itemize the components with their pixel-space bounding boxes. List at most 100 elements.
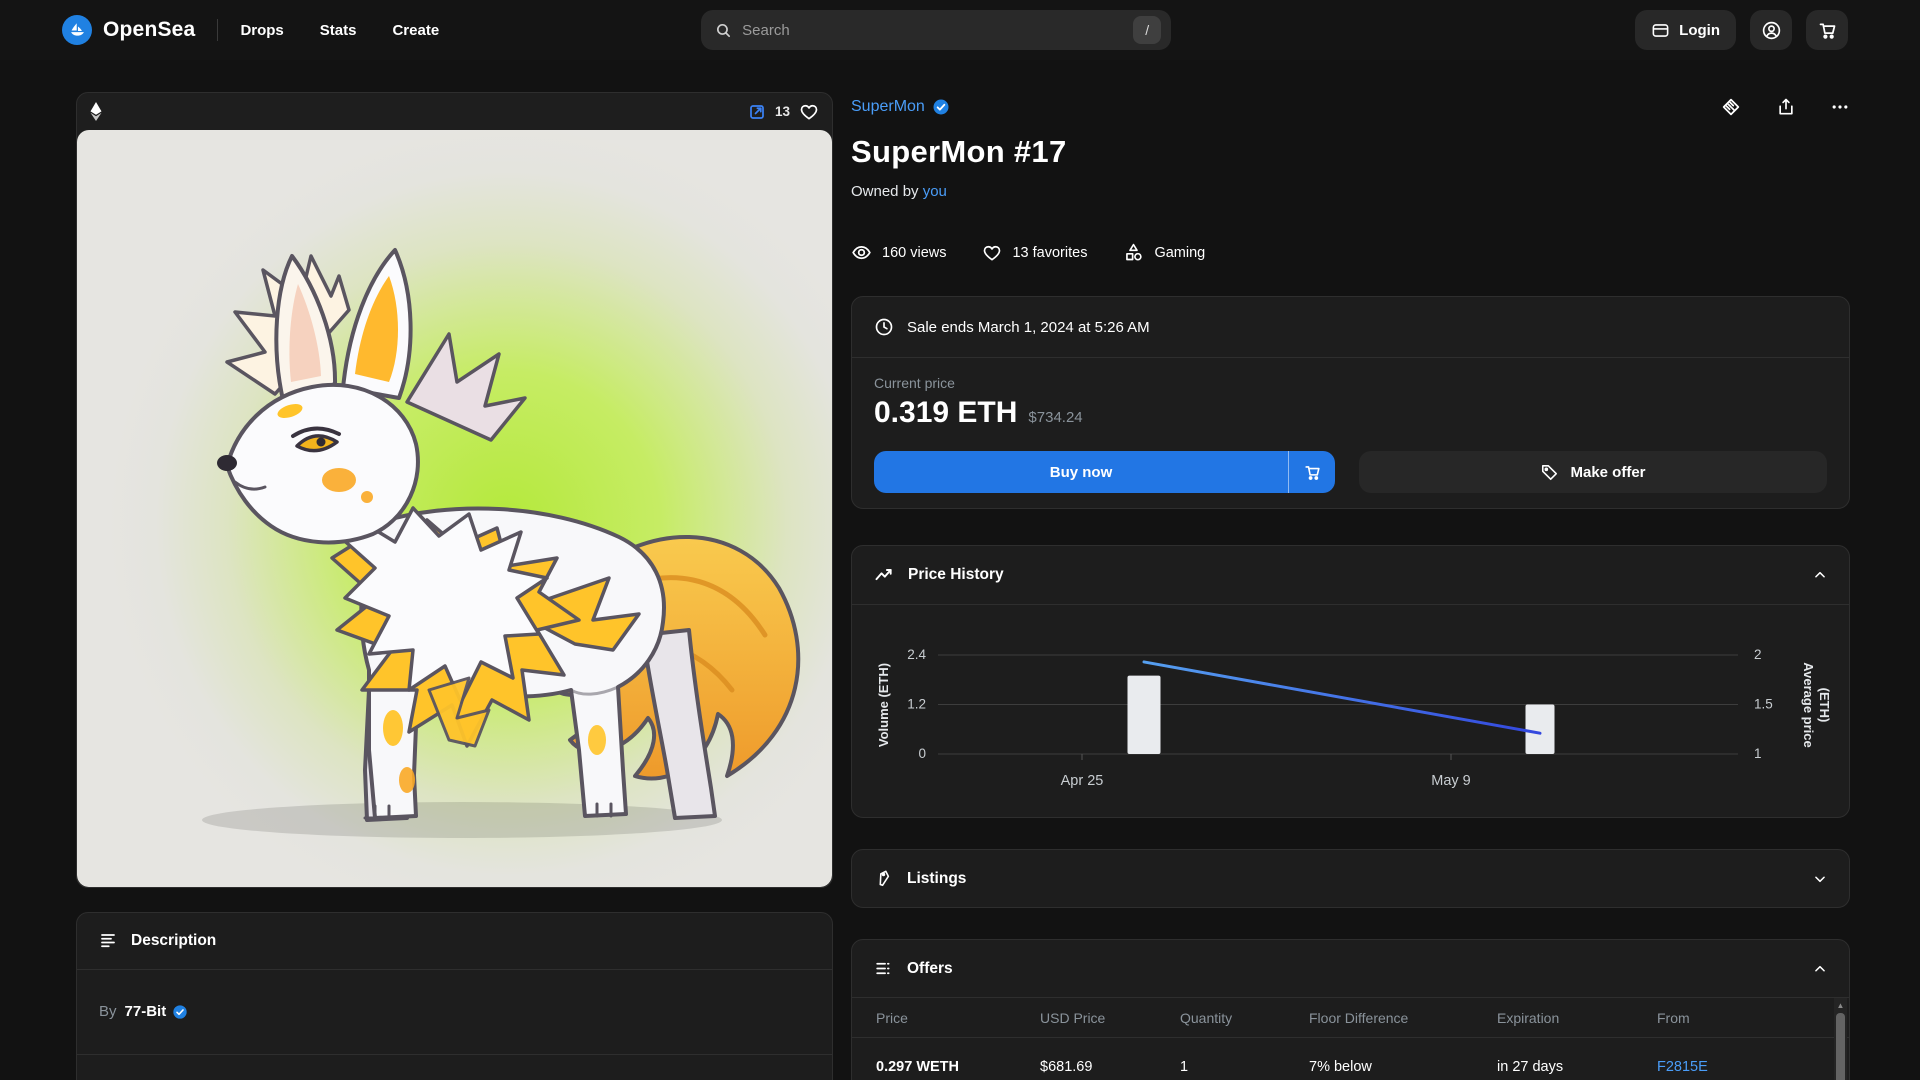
make-offer-button[interactable]: Make offer — [1359, 451, 1827, 493]
offer-cell-exp: in 27 days — [1497, 1059, 1657, 1075]
collection-row: SuperMon — [851, 96, 1850, 118]
offers-column-0: Price — [876, 1010, 1040, 1026]
login-label: Login — [1679, 22, 1720, 39]
price-history-title: Price History — [908, 566, 1004, 584]
opensea-logo[interactable]: OpenSea — [62, 15, 195, 45]
offer-cell-from[interactable]: F2815E — [1657, 1059, 1825, 1075]
current-price-label: Current price — [874, 375, 1827, 391]
right-column: SuperMon — [851, 92, 1850, 1080]
page-title: SuperMon #17 — [851, 134, 1850, 170]
category-stat: Gaming — [1123, 242, 1205, 263]
price-history-card: Price History 011.21.52.42Apr 25May 9Vol… — [851, 545, 1850, 818]
offers-table-body: 0.297 WETH$681.6917% belowin 27 daysF281… — [852, 1038, 1849, 1080]
more-options-icon[interactable] — [1830, 97, 1850, 117]
add-to-cart-button[interactable] — [1288, 451, 1335, 493]
svg-text:Volume (ETH): Volume (ETH) — [876, 663, 891, 747]
svg-text:(ETH): (ETH) — [1817, 688, 1832, 723]
views-stat: 160 views — [851, 242, 946, 263]
chevron-up-icon[interactable] — [1813, 568, 1827, 582]
search-shortcut-key: / — [1133, 16, 1161, 44]
buy-now-button[interactable]: Buy now — [874, 451, 1335, 493]
collection-link[interactable]: SuperMon — [851, 98, 950, 116]
listings-title: Listings — [907, 870, 966, 888]
left-column: 13 — [76, 92, 833, 1080]
divider — [77, 1054, 832, 1055]
offer-cell-qty: 1 — [1180, 1059, 1309, 1075]
description-body: By 77-Bit — [77, 970, 832, 1054]
price-row: 0.319 ETH $734.24 — [874, 396, 1827, 430]
nft-card-toolbar: 13 — [77, 93, 832, 130]
sale-ends-text: Sale ends March 1, 2024 at 5:26 AM — [907, 319, 1150, 336]
gaming-category-icon — [1123, 242, 1144, 263]
listings-header[interactable]: Listings — [852, 850, 1849, 907]
owner-link[interactable]: you — [923, 183, 947, 200]
offers-table: PriceUSD PriceQuantityFloor DifferenceEx… — [852, 998, 1849, 1080]
svg-text:Average price: Average price — [1801, 662, 1816, 748]
svg-text:Apr 25: Apr 25 — [1061, 773, 1104, 789]
cart-button[interactable] — [1806, 10, 1848, 50]
offers-card: Offers PriceUSD PriceQuantityFloor Diffe… — [851, 939, 1850, 1080]
list-icon — [874, 959, 893, 978]
search-bar[interactable]: / — [701, 10, 1171, 50]
offer-cell-floor: 7% below — [1309, 1059, 1497, 1075]
svg-text:2.4: 2.4 — [907, 647, 926, 662]
price-history-header[interactable]: Price History — [852, 546, 1849, 604]
description-title: Description — [131, 932, 216, 950]
item-action-icons — [1720, 96, 1850, 118]
price-eth: 0.319 ETH — [874, 396, 1017, 430]
listings-card: Listings — [851, 849, 1850, 908]
offers-scrollbar[interactable]: ▲ — [1834, 998, 1847, 1080]
offers-table-header: PriceUSD PriceQuantityFloor DifferenceEx… — [852, 998, 1849, 1037]
verified-badge-icon — [932, 98, 950, 116]
description-header[interactable]: Description — [77, 913, 832, 969]
external-link-icon[interactable] — [748, 103, 766, 121]
tag-icon — [1540, 463, 1559, 482]
align-left-icon — [99, 932, 117, 950]
chevron-down-icon[interactable] — [1813, 872, 1827, 886]
heart-icon[interactable] — [799, 102, 819, 122]
search-input[interactable] — [742, 22, 1133, 39]
line-chart-icon — [874, 565, 894, 585]
favorites-stat: 13 favorites — [982, 243, 1087, 263]
svg-text:1.5: 1.5 — [1754, 697, 1773, 712]
login-button[interactable]: Login — [1635, 10, 1736, 50]
item-stats-row: 160 views 13 favorites Gaming — [851, 242, 1850, 263]
offers-column-5: From — [1657, 1010, 1825, 1026]
chevron-up-icon[interactable] — [1813, 962, 1827, 976]
scrollbar-up-arrow[interactable]: ▲ — [1837, 998, 1845, 1013]
offers-column-1: USD Price — [1040, 1010, 1180, 1026]
ethereum-icon — [90, 102, 102, 121]
favorites-count: 13 favorites — [1012, 245, 1087, 261]
opensea-logo-icon — [62, 15, 92, 45]
nav-item-create[interactable]: Create — [392, 22, 439, 39]
nav-divider — [217, 19, 218, 41]
offers-title: Offers — [907, 960, 953, 978]
creator-name: 77-Bit — [125, 1003, 167, 1020]
offer-row: 0.297 WETH$681.6917% belowin 27 daysF281… — [852, 1038, 1849, 1080]
offers-header[interactable]: Offers — [852, 940, 1849, 997]
main-content: 13 — [0, 60, 1920, 1080]
tag-icon — [874, 869, 893, 888]
cart-icon — [1817, 20, 1838, 41]
description-card: Description By 77-Bit — [76, 912, 833, 1080]
scrollbar-thumb[interactable] — [1836, 1013, 1845, 1080]
svg-text:1.2: 1.2 — [907, 697, 926, 712]
offer-cell-usd: $681.69 — [1040, 1059, 1180, 1075]
nav-right-actions: Login — [1635, 10, 1848, 50]
nav-item-stats[interactable]: Stats — [320, 22, 357, 39]
profile-button[interactable] — [1750, 10, 1792, 50]
by-label: By — [99, 1003, 117, 1020]
creator-link[interactable]: 77-Bit — [125, 1003, 189, 1020]
deal-handshake-icon[interactable] — [1720, 96, 1742, 118]
offer-cell-price: 0.297 WETH — [876, 1059, 1040, 1075]
eye-icon — [851, 242, 872, 263]
owned-by-row: Owned by you — [851, 183, 1850, 200]
buy-now-label: Buy now — [874, 451, 1288, 493]
nav-item-drops[interactable]: Drops — [240, 22, 283, 39]
price-history-chart: 011.21.52.42Apr 25May 9Volume (ETH)Avera… — [852, 605, 1849, 817]
cart-icon — [1303, 463, 1322, 482]
verified-badge-icon — [172, 1004, 188, 1020]
share-icon[interactable] — [1776, 97, 1796, 117]
nft-image[interactable] — [77, 130, 832, 887]
owned-by-label: Owned by — [851, 183, 919, 200]
